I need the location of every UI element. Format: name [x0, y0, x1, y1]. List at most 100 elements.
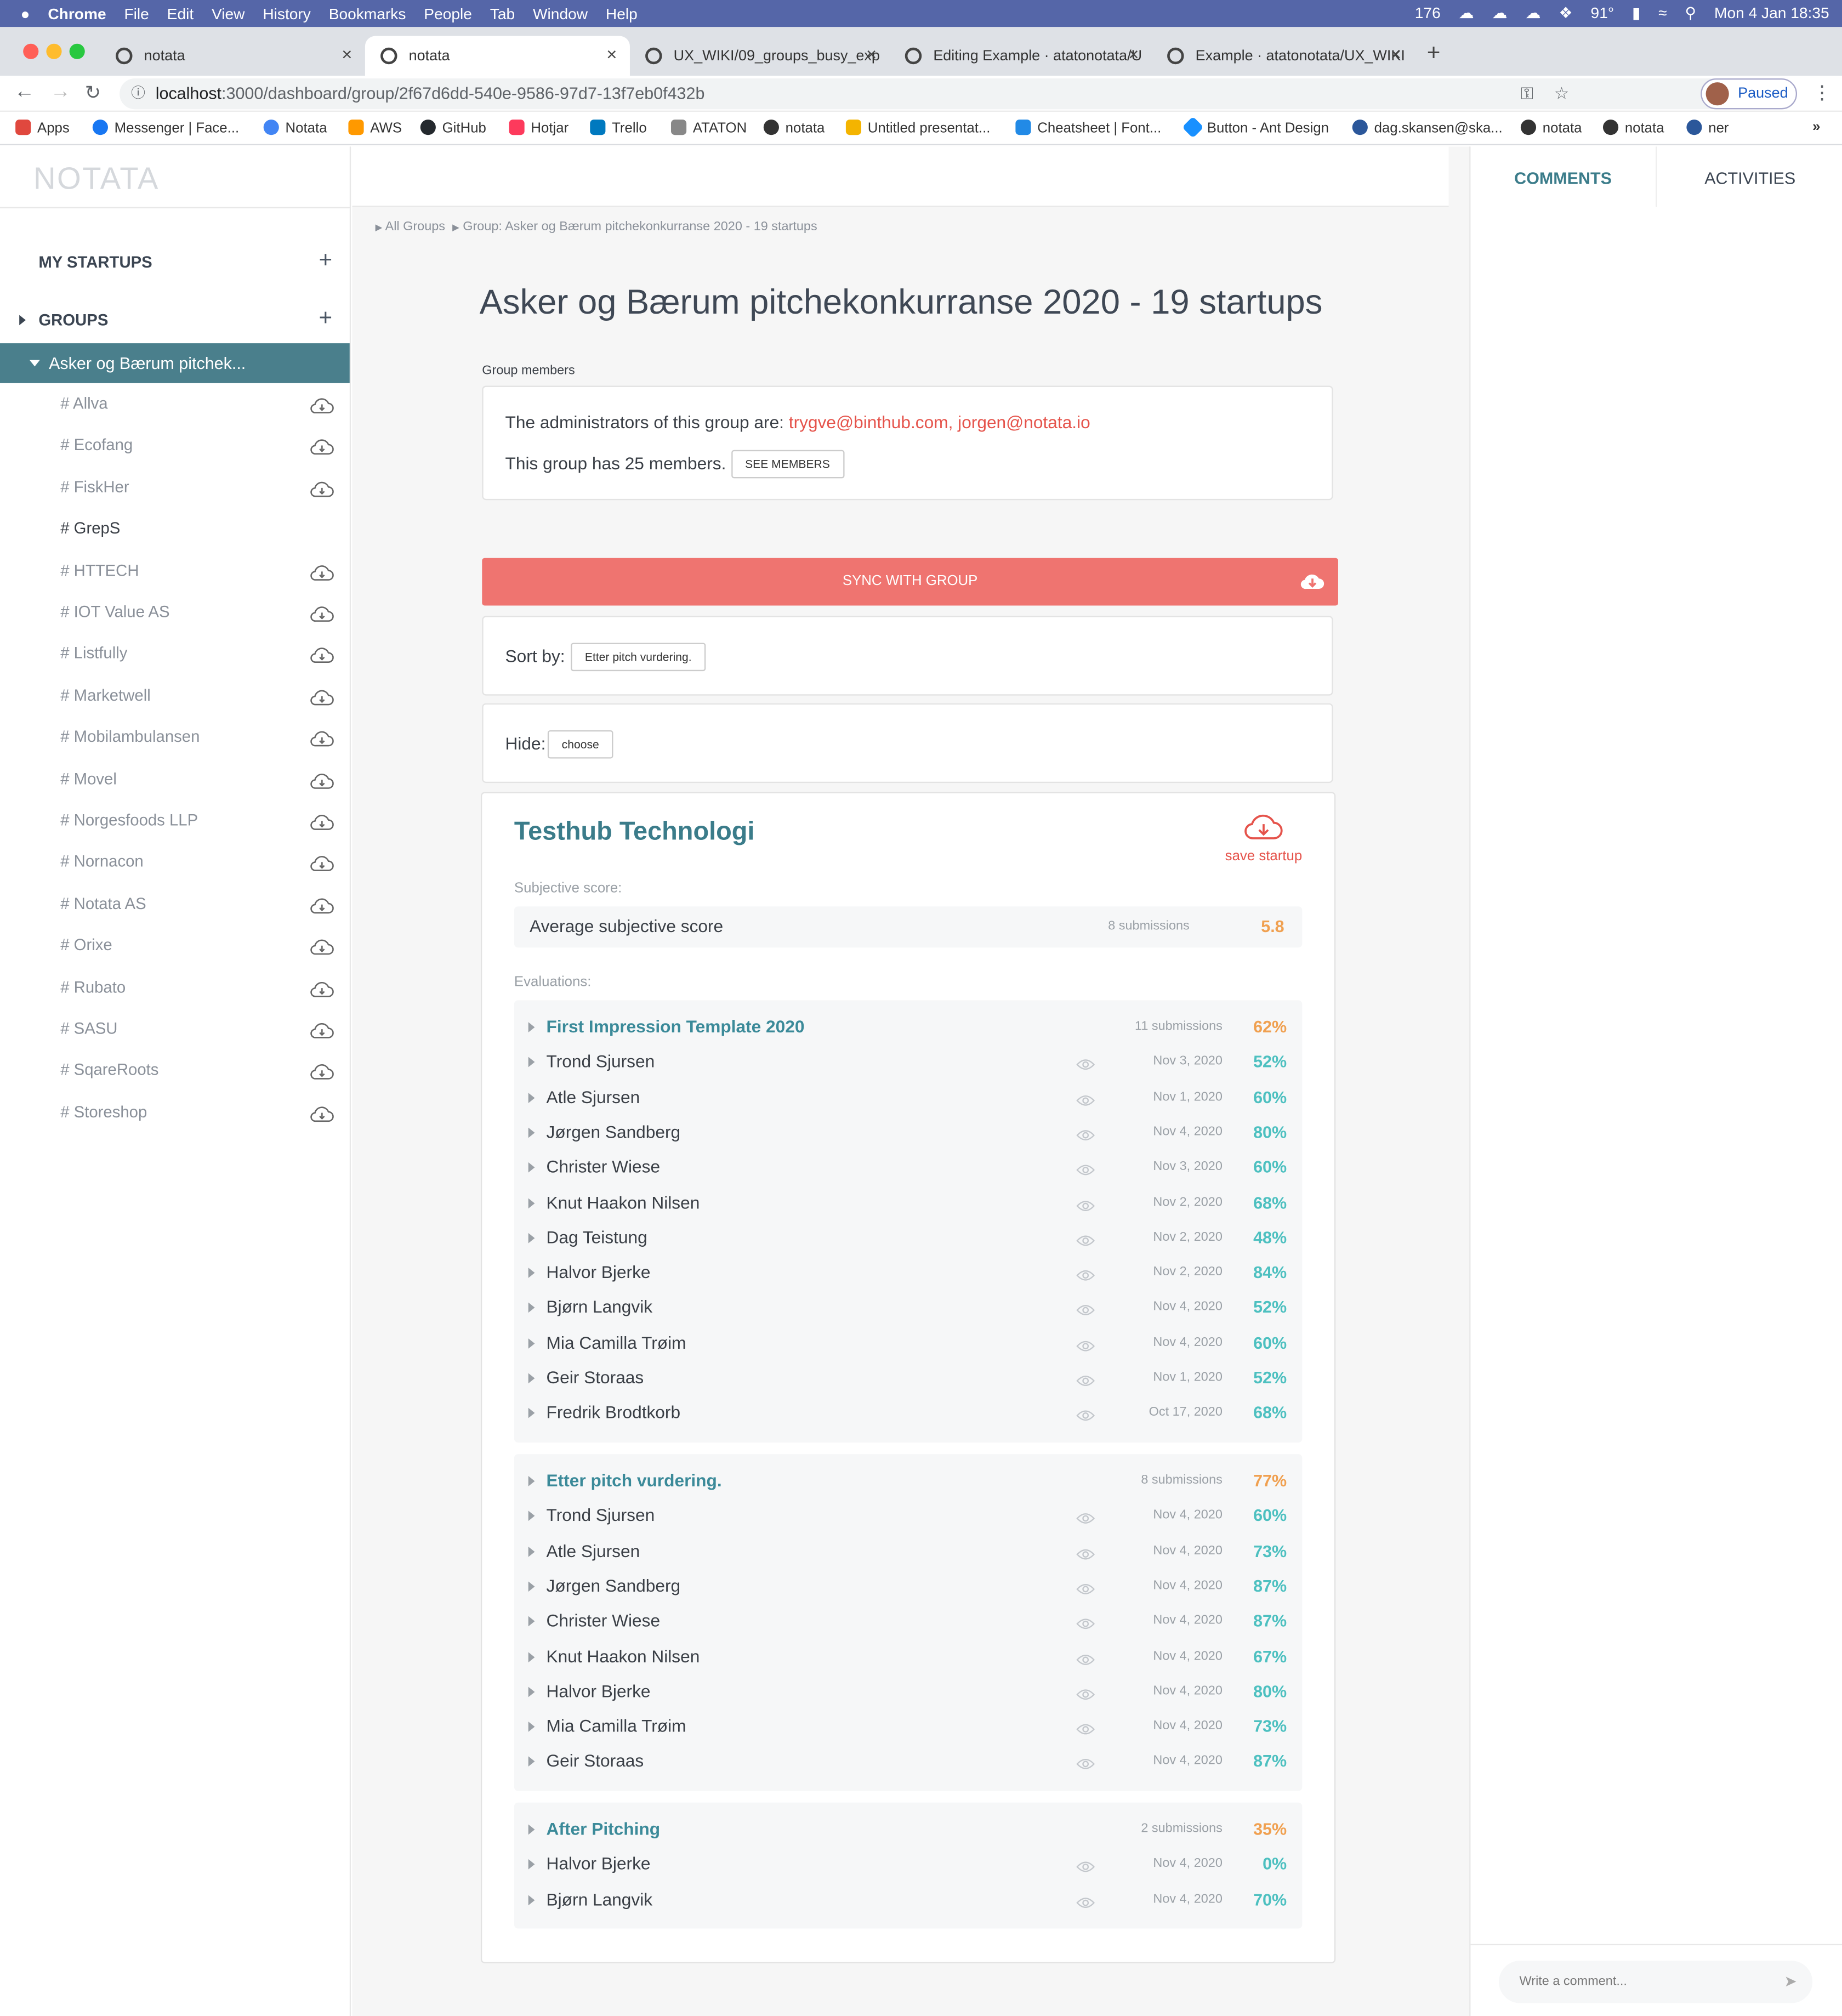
menu-tab[interactable]: Tab — [490, 4, 515, 22]
bookmark-cheatsheet[interactable]: Cheatsheet | Font... — [1015, 120, 1161, 137]
cloud-download-icon[interactable] — [310, 1105, 334, 1122]
cloud-download-icon[interactable] — [310, 980, 334, 997]
groups-heading[interactable]: GROUPS — [38, 311, 108, 329]
sidebar-startup-item[interactable]: # Listfully — [60, 645, 127, 663]
sidebar-startup-item[interactable]: # Rubato — [60, 978, 126, 996]
eye-icon[interactable] — [1076, 1756, 1095, 1770]
evaluation-row[interactable]: Bjørn Langvik Nov 4, 2020 70% — [514, 1883, 1301, 1917]
sidebar-group-active[interactable]: Asker og Bærum pitchek... — [0, 343, 350, 383]
reload-icon[interactable]: ↻ — [85, 81, 101, 104]
eye-icon[interactable] — [1076, 1196, 1095, 1211]
sidebar-startup-item[interactable]: # Orixe — [60, 936, 112, 955]
status-count[interactable]: 176 — [1415, 4, 1441, 22]
key-icon[interactable]: ⚿ — [1521, 78, 1533, 109]
menu-view[interactable]: View — [212, 4, 245, 22]
cloud-download-icon[interactable] — [310, 1064, 334, 1080]
evaluation-row[interactable]: Halvor Bjerke Nov 2, 2020 84% — [514, 1256, 1301, 1291]
menu-file[interactable]: File — [124, 4, 149, 22]
evaluation-row[interactable]: Mia Camilla Trøim Nov 4, 2020 73% — [514, 1710, 1301, 1745]
cloud-download-icon[interactable] — [310, 772, 334, 788]
minimize-window-button[interactable] — [46, 43, 62, 59]
sidebar-startup-item[interactable]: # FiskHer — [60, 478, 129, 496]
apple-icon[interactable]: ● — [21, 4, 30, 22]
hide-select[interactable]: choose — [547, 730, 613, 759]
bookmark-dag[interactable]: dag.skansen@ska... — [1352, 120, 1503, 137]
evaluation-row[interactable]: Geir Storaas Nov 4, 2020 87% — [514, 1745, 1301, 1780]
cloud-download-icon[interactable] — [310, 730, 334, 747]
send-icon[interactable]: ➤ — [1784, 1961, 1797, 2003]
menu-people[interactable]: People — [424, 4, 472, 22]
admins-emails[interactable]: trygve@binthub.com, jorgen@notata.io — [789, 413, 1090, 432]
close-tab-icon[interactable]: × — [866, 44, 877, 65]
cloud-status-icon[interactable]: ☁ — [1459, 4, 1474, 22]
eye-icon[interactable] — [1076, 1720, 1095, 1735]
cloud-status-icon-2[interactable]: ☁ — [1492, 4, 1508, 22]
menu-help[interactable]: Help — [606, 4, 638, 22]
bookmark-ant-design[interactable]: Button - Ant Design — [1182, 116, 1329, 139]
sidebar-startup-item[interactable]: # Nornacon — [60, 853, 144, 871]
evaluation-row[interactable]: Trond Sjursen Nov 3, 2020 52% — [514, 1046, 1301, 1080]
menu-app[interactable]: Chrome — [48, 4, 106, 22]
breadcrumb-root[interactable]: All Groups — [385, 220, 445, 234]
eye-icon[interactable] — [1076, 1302, 1095, 1316]
sidebar-startup-item[interactable]: # Notata AS — [60, 895, 146, 913]
bookmark-github[interactable]: GitHub — [420, 120, 486, 137]
breadcrumb-current[interactable]: Group: Asker og Bærum pitchekonkurranse … — [463, 220, 817, 234]
caret-right-icon[interactable] — [19, 315, 26, 326]
browser-tab-4[interactable]: Editing Example · atatonotata/U × — [890, 36, 1152, 76]
bookmark-notata-4[interactable]: notata — [1602, 120, 1664, 137]
evaluation-row[interactable]: Atle Sjursen Nov 4, 2020 73% — [514, 1535, 1301, 1569]
evaluation-row[interactable]: Jørgen Sandberg Nov 4, 2020 80% — [514, 1116, 1301, 1150]
eye-icon[interactable] — [1076, 1510, 1095, 1524]
eye-icon[interactable] — [1076, 1545, 1095, 1559]
evaluation-template-row[interactable]: After Pitching 2 submissions 35% — [514, 1813, 1301, 1847]
eye-icon[interactable] — [1076, 1893, 1095, 1908]
eye-icon[interactable] — [1076, 1685, 1095, 1700]
wifi-icon[interactable]: ≈ — [1658, 4, 1667, 22]
eye-icon[interactable] — [1076, 1650, 1095, 1665]
cloud-download-icon[interactable] — [310, 814, 334, 830]
add-group-button[interactable]: + — [319, 305, 333, 332]
evaluation-template-row[interactable]: Etter pitch vurdering. 8 submissions 77% — [514, 1464, 1301, 1499]
close-tab-icon[interactable]: × — [1128, 44, 1139, 65]
sidebar-startup-item[interactable]: # SASU — [60, 1020, 117, 1038]
bookmark-aws[interactable]: AWS — [348, 120, 402, 137]
evaluation-row[interactable]: Fredrik Brodtkorb Oct 17, 2020 68% — [514, 1396, 1301, 1431]
tab-activities[interactable]: ACTIVITIES — [1704, 168, 1795, 188]
bookmark-ner[interactable]: ner — [1686, 120, 1729, 137]
battery-icon[interactable]: ▮ — [1632, 4, 1640, 22]
evaluation-row[interactable]: Knut Haakon Nilsen Nov 4, 2020 67% — [514, 1640, 1301, 1674]
bookmark-messenger[interactable]: Messenger | Face... — [92, 120, 239, 137]
menu-kebab-icon[interactable]: ⋮ — [1812, 81, 1832, 104]
cloud-download-icon[interactable] — [310, 481, 334, 497]
close-tab-icon[interactable]: × — [342, 44, 352, 65]
evaluation-row[interactable]: Atle Sjursen Nov 1, 2020 60% — [514, 1081, 1301, 1115]
save-startup-button[interactable]: save startup — [1212, 811, 1315, 864]
browser-tab-2[interactable]: notata × — [365, 36, 630, 76]
forward-icon[interactable]: → — [50, 81, 71, 104]
eye-icon[interactable] — [1076, 1161, 1095, 1175]
eye-icon[interactable] — [1076, 1126, 1095, 1140]
sidebar-startup-item[interactable]: # Mobilambulansen — [60, 728, 200, 746]
menu-history[interactable]: History — [263, 4, 311, 22]
startup-name[interactable]: Testhub Technologi — [514, 817, 755, 847]
evaluation-row[interactable]: Bjørn Langvik Nov 4, 2020 52% — [514, 1291, 1301, 1326]
bookmark-notata-3[interactable]: notata — [1520, 120, 1582, 137]
sidebar-startup-item[interactable]: # Storeshop — [60, 1103, 147, 1121]
bookmark-hotjar[interactable]: Hotjar — [509, 120, 568, 137]
cloud-download-icon[interactable] — [310, 897, 334, 913]
comment-input[interactable]: Write a comment... ➤ — [1499, 1961, 1813, 2003]
sidebar-startup-item[interactable]: # Movel — [60, 770, 117, 788]
sidebar-startup-item[interactable]: # IOT Value AS — [60, 603, 169, 621]
cloud-download-icon[interactable] — [310, 605, 334, 622]
clock[interactable]: Mon 4 Jan 18:35 — [1714, 4, 1829, 22]
eye-icon[interactable] — [1076, 1056, 1095, 1070]
evaluation-row[interactable]: Mia Camilla Trøim Nov 4, 2020 60% — [514, 1326, 1301, 1361]
dropbox-icon[interactable]: ❖ — [1559, 4, 1572, 22]
eye-icon[interactable] — [1076, 1407, 1095, 1421]
close-window-button[interactable] — [23, 43, 39, 59]
evaluation-row[interactable]: Halvor Bjerke Nov 4, 2020 80% — [514, 1675, 1301, 1710]
star-icon[interactable]: ☆ — [1554, 78, 1569, 109]
app-logo[interactable]: NOTATA — [33, 162, 160, 198]
menu-bookmarks[interactable]: Bookmarks — [329, 4, 406, 22]
